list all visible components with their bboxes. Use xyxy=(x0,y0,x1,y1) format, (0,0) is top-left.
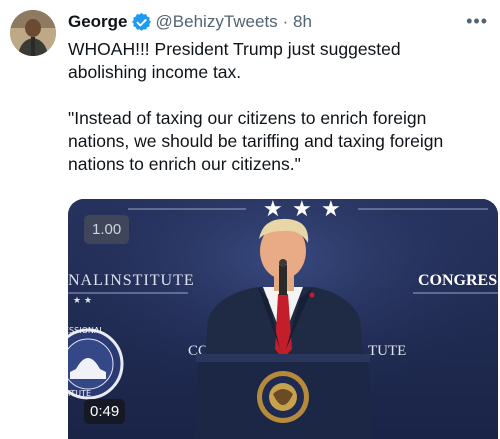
tweet-header: George @BehizyTweets · 8h ••• xyxy=(68,11,488,33)
video-duration: 0:49 xyxy=(84,399,126,424)
video-frame: ★ ★ ★ NALINSTITUTE ★ ★ CONGRES CO TUTE E… xyxy=(68,199,498,439)
backdrop-right-text: CONGRES xyxy=(418,272,497,289)
more-icon[interactable]: ••• xyxy=(466,11,488,32)
podium xyxy=(194,354,372,439)
svg-text:★: ★ xyxy=(292,199,312,222)
avatar-image xyxy=(10,10,56,56)
tweet-text: WHOAH!!! President Trump just suggested … xyxy=(68,39,444,174)
author-handle[interactable]: @BehizyTweets xyxy=(156,12,278,32)
svg-text:★: ★ xyxy=(321,199,341,222)
author-name[interactable]: George xyxy=(68,12,128,32)
playback-speed-label[interactable]: 1.00 xyxy=(84,215,130,244)
backdrop-mid-right: TUTE xyxy=(368,343,406,359)
video-player[interactable]: ★ ★ ★ NALINSTITUTE ★ ★ CONGRES CO TUTE E… xyxy=(68,199,498,439)
svg-text:★ ★: ★ ★ xyxy=(73,296,92,306)
seal-text-2: ITUTE xyxy=(68,389,91,398)
verified-badge-icon xyxy=(131,12,151,32)
backdrop-left-text: NALINSTITUTE xyxy=(68,272,195,289)
svg-text:★: ★ xyxy=(263,199,283,222)
avatar[interactable] xyxy=(10,10,56,56)
tweet-timestamp[interactable]: · 8h xyxy=(283,12,312,32)
seal-text: ESSIONAL xyxy=(68,326,104,335)
